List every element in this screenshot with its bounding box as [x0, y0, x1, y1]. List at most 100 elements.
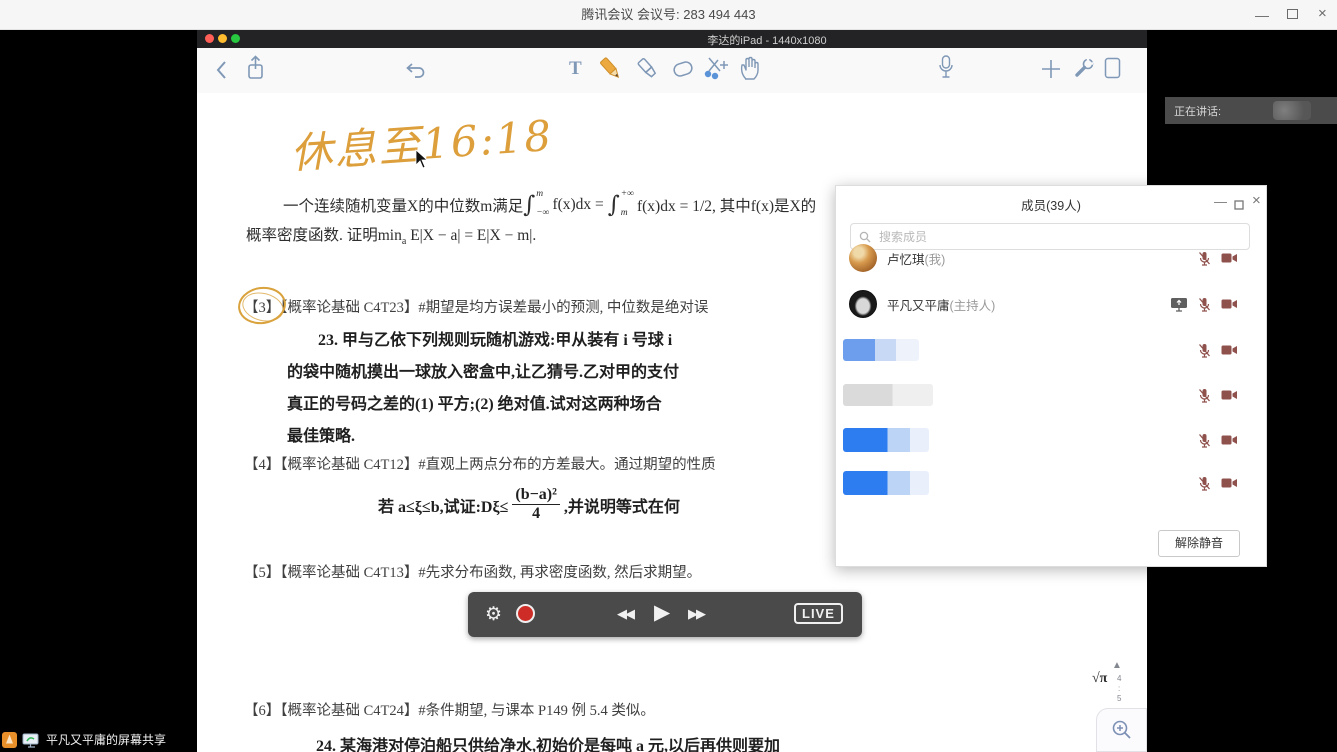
mouse-cursor [415, 149, 429, 174]
mac-close-icon[interactable] [205, 34, 214, 43]
wrench-icon [1073, 56, 1097, 80]
page-separator: : [1118, 685, 1120, 693]
zoom-button[interactable] [1096, 708, 1147, 752]
eraser-icon [669, 56, 697, 82]
highlighter-tool-button[interactable] [634, 54, 662, 84]
sqrt-pi-fragment: √π [1092, 671, 1107, 687]
panel-maximize-button[interactable] [1234, 197, 1244, 215]
microphone-button[interactable] [937, 54, 955, 82]
screen-share-icon[interactable] [1170, 297, 1188, 312]
item-4-line: 【4】【概率论基础 C4T12】#直观上两点分布的方差最大。通过期望的性质 [244, 453, 716, 474]
record-button[interactable] [516, 604, 535, 623]
mic-off-icon[interactable] [1198, 343, 1211, 358]
redacted-member-name [843, 471, 929, 495]
member-row[interactable]: 平凡又平庸(主持人) [836, 284, 1266, 324]
eraser-tool-button[interactable] [669, 56, 697, 82]
hand-icon [737, 54, 765, 82]
zoom-in-magnifier-icon [1111, 719, 1133, 741]
play-button[interactable]: ▶ [654, 600, 670, 625]
maximize-icon [1234, 200, 1244, 210]
ipad-window-titlebar: 李达的iPad - 1440x1080 [197, 30, 1147, 48]
speaker-avatar-blurred [1273, 101, 1311, 120]
window-minimize-button[interactable]: — [1255, 8, 1269, 22]
text-tool-button[interactable]: T [569, 58, 582, 80]
item-6-line: 【6】【概率论基础 C4T24】#条件期望, 与课本 P149 例 5.4 类似… [244, 699, 655, 720]
highlighter-icon [634, 54, 662, 84]
recorder-control-bar: ⚙ ◀◀ ▶ ▶▶ LIVE [468, 592, 862, 637]
back-button[interactable] [215, 60, 227, 80]
undo-icon [403, 60, 427, 78]
tiger-avatar [849, 244, 877, 272]
page-current: 4 [1117, 675, 1121, 683]
restore-icon [1287, 9, 1298, 19]
member-row[interactable] [836, 375, 1266, 415]
member-row[interactable] [836, 463, 1266, 503]
page-total: 5 [1117, 695, 1121, 703]
camera-off-icon[interactable] [1221, 252, 1238, 264]
member-name: 平凡又平庸 [887, 299, 950, 313]
member-row[interactable] [836, 420, 1266, 460]
settings-tools-button[interactable] [1073, 56, 1097, 80]
redacted-member-name [843, 384, 933, 406]
member-name: 卢忆琪 [887, 253, 925, 267]
share-icon [245, 55, 265, 81]
question-23-line4: 最佳策略. [287, 422, 355, 446]
mic-off-icon[interactable] [1198, 476, 1211, 491]
now-speaking-bar: 正在讲话: [1165, 97, 1337, 124]
pages-panel-button[interactable] [1103, 56, 1123, 80]
chevron-left-icon [215, 60, 227, 80]
text-tool-icon: T [569, 58, 582, 80]
formula-4: 若 a≤ξ≤b,试证:Dξ≤ (b−a)²4 ,并说明等式在何 [378, 486, 680, 524]
window-close-button[interactable]: × [1318, 7, 1327, 21]
screen-share-text: 平凡又平庸的屏幕共享 [46, 731, 166, 748]
now-speaking-label: 正在讲话: [1174, 103, 1221, 119]
camera-off-icon[interactable] [1221, 477, 1238, 489]
app-logo-icon [2, 732, 17, 748]
mic-off-icon[interactable] [1198, 251, 1211, 266]
question-23-line3: 真正的号码之差的(1) 平方;(2) 绝对值.试对这两种场合 [287, 390, 662, 414]
rewind-button[interactable]: ◀◀ [617, 606, 633, 622]
question-23-line1: 23. 甲与乙依下列规则玩随机游戏:甲从装有 i 号球 i [318, 326, 672, 350]
scissors-tool-button[interactable] [702, 54, 732, 82]
mic-off-icon[interactable] [1198, 297, 1211, 312]
mic-off-icon[interactable] [1198, 388, 1211, 403]
redacted-member-name [843, 339, 919, 361]
undo-button[interactable] [403, 60, 427, 78]
share-button[interactable] [245, 55, 265, 81]
page-up-arrow[interactable]: ▲ [1112, 661, 1122, 671]
camera-off-icon[interactable] [1221, 298, 1238, 310]
unmute-button[interactable]: 解除静音 [1158, 530, 1240, 557]
pages-icon [1103, 56, 1123, 80]
screen-share-indicator[interactable]: 平凡又平庸的屏幕共享 [0, 727, 166, 752]
item-3-line: 【3】【概率论基础 C4T23】#期望是均方误差最小的预测, 中位数是绝对误 [244, 296, 708, 317]
question-23-line2: 的袋中随机摸出一球放入密盒中,让乙猜号.乙对甲的支付 [287, 358, 679, 382]
forward-button[interactable]: ▶▶ [688, 606, 704, 622]
mac-minimize-icon[interactable] [218, 34, 227, 43]
add-page-button[interactable] [1040, 58, 1062, 80]
camera-off-icon[interactable] [1221, 344, 1238, 356]
item-5-line: 【5】【概率论基础 C4T13】#先求分布函数, 再求密度函数, 然后求期望。 [244, 561, 701, 582]
panel-minimize-button[interactable]: — [1214, 194, 1227, 209]
mic-off-icon[interactable] [1198, 433, 1211, 448]
plus-icon [1040, 58, 1062, 80]
mic-icon [937, 54, 955, 82]
member-row[interactable] [836, 330, 1266, 370]
pencil-tool-button[interactable] [597, 54, 625, 84]
member-suffix: (主持人) [950, 299, 996, 313]
mac-zoom-icon[interactable] [231, 34, 240, 43]
question-24-line: 24. 某海港对停泊船只供给净水,初始价是每吨 a 元,以后再供则要加 [316, 732, 780, 752]
scissors-icon [702, 54, 732, 82]
gear-icon[interactable]: ⚙ [485, 603, 502, 626]
notes-toolbar: T [197, 48, 1147, 94]
monitor-icon [22, 732, 40, 748]
window-restore-button[interactable] [1287, 9, 1298, 19]
problem-statement-line2: 概率密度函数. 证明mina E|X − a| = E|X − m|. [246, 223, 536, 247]
members-panel: 成员(39人) — × 卢忆琪(我) 平凡又平庸(主持人) [835, 185, 1267, 567]
ipad-window-title: 李达的iPad - 1440x1080 [617, 32, 917, 48]
hand-tool-button[interactable] [737, 54, 765, 82]
member-suffix: (我) [925, 253, 946, 267]
member-row[interactable]: 卢忆琪(我) [836, 238, 1266, 278]
camera-off-icon[interactable] [1221, 389, 1238, 401]
camera-off-icon[interactable] [1221, 434, 1238, 446]
panel-close-button[interactable]: × [1252, 192, 1261, 209]
